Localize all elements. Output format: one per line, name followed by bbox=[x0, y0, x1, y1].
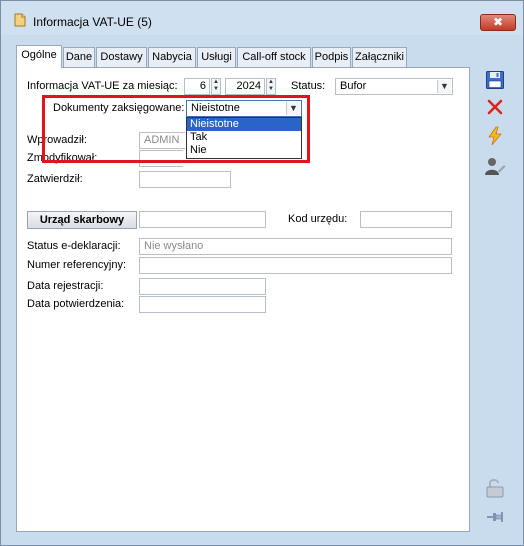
month-spinner[interactable]: ▲ ▼ bbox=[211, 78, 221, 95]
office-code-label: Kod urzędu: bbox=[288, 213, 348, 225]
window-title: Informacja VAT-UE (5) bbox=[33, 15, 152, 29]
docs-option-nie[interactable]: Nie bbox=[187, 144, 301, 157]
confirm-date-label: Data potwierdzenia: bbox=[27, 298, 125, 310]
close-button[interactable]: ✖ bbox=[480, 14, 516, 31]
tax-office-button[interactable]: Urząd skarbowy bbox=[27, 211, 137, 229]
tab-nabycia[interactable]: Nabycia bbox=[148, 47, 196, 67]
floppy-disk-icon bbox=[486, 71, 504, 89]
status-select[interactable]: Bufor ▼ bbox=[335, 78, 453, 95]
lock-icon bbox=[486, 479, 504, 498]
ref-number-label: Numer referencyjny: bbox=[27, 259, 127, 271]
tab-uslugi[interactable]: Usługi bbox=[197, 47, 236, 67]
edecl-status-label: Status e-deklaracji: bbox=[27, 240, 121, 252]
lock-button[interactable] bbox=[483, 477, 507, 499]
edecl-status-field: Nie wysłano bbox=[139, 238, 452, 255]
tab-dostawy[interactable]: Dostawy bbox=[96, 47, 147, 67]
cancel-button[interactable] bbox=[483, 96, 507, 118]
reg-date-field bbox=[139, 278, 266, 295]
user-pen-icon bbox=[485, 158, 506, 175]
docs-option-tak[interactable]: Tak bbox=[187, 131, 301, 144]
chevron-down-icon: ▼ bbox=[286, 102, 300, 115]
status-label: Status: bbox=[291, 80, 326, 92]
title-bar: Informacja VAT-UE (5) ✖ bbox=[1, 1, 523, 35]
pin-icon bbox=[487, 512, 503, 522]
docs-dropdown-list: Nieistotne Tak Nie bbox=[186, 117, 302, 159]
execute-button[interactable] bbox=[483, 125, 507, 147]
pin-button[interactable] bbox=[483, 506, 507, 528]
docs-label: Dokumenty zaksięgowane: bbox=[53, 102, 185, 114]
status-value: Bufor bbox=[340, 80, 367, 92]
tab-podpis[interactable]: Podpis bbox=[312, 47, 351, 67]
user-action-button[interactable] bbox=[483, 156, 507, 178]
reg-date-label: Data rejestracji: bbox=[27, 280, 104, 292]
lightning-icon bbox=[488, 126, 502, 146]
document-icon bbox=[14, 13, 26, 27]
close-icon bbox=[487, 99, 503, 115]
ref-number-field bbox=[139, 257, 452, 274]
approved-field bbox=[139, 171, 231, 188]
approved-label: Zatwierdził: bbox=[27, 173, 83, 185]
office-code-field[interactable] bbox=[360, 211, 452, 228]
docs-value: Nieistotne bbox=[191, 102, 240, 114]
tab-call-off-stock[interactable]: Call-off stock bbox=[237, 47, 311, 67]
tax-office-field[interactable] bbox=[139, 211, 266, 228]
chevron-down-icon: ▼ bbox=[437, 80, 451, 93]
save-button[interactable] bbox=[483, 69, 507, 91]
tab-ogolne[interactable]: Ogólne bbox=[16, 45, 62, 68]
vat-ue-window: Informacja VAT-UE (5) ✖ Ogólne Dane Dost… bbox=[0, 0, 524, 546]
month-input[interactable]: 6 bbox=[184, 78, 210, 95]
year-input[interactable]: 2024 bbox=[225, 78, 265, 95]
tab-dane[interactable]: Dane bbox=[63, 47, 95, 67]
year-spinner[interactable]: ▲ ▼ bbox=[266, 78, 276, 95]
month-label: Informacja VAT-UE za miesiąc: bbox=[27, 80, 178, 92]
docs-option-nieistotne[interactable]: Nieistotne bbox=[187, 118, 301, 131]
confirm-date-field bbox=[139, 296, 266, 313]
tab-zalaczniki[interactable]: Załączniki bbox=[352, 47, 407, 67]
docs-select[interactable]: Nieistotne ▼ bbox=[186, 100, 302, 117]
